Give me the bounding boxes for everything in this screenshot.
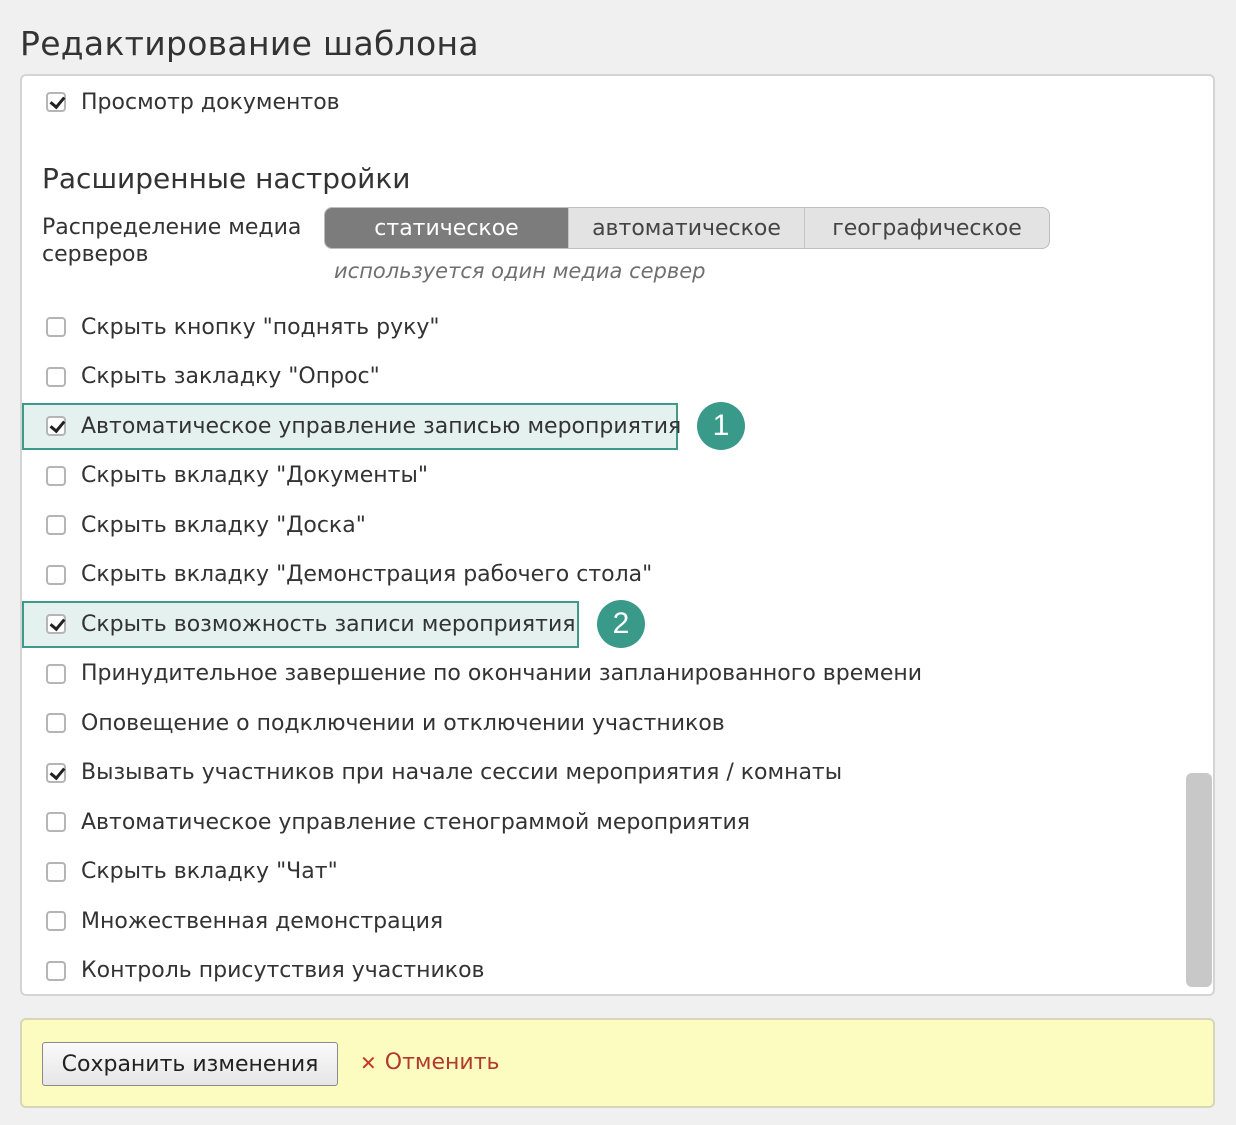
media-distribution-label: Распределение медиа серверов — [42, 215, 302, 267]
option-label: Просмотр документов — [81, 89, 340, 115]
option-row[interactable]: Принудительное завершение по окончании з… — [46, 659, 922, 689]
checkbox-empty-icon[interactable] — [46, 366, 66, 387]
view-docs-option[interactable]: Просмотр документов — [46, 87, 340, 117]
checkbox-empty-icon[interactable] — [46, 713, 66, 733]
checkbox-empty-icon[interactable] — [46, 663, 66, 684]
option-row[interactable]: Скрыть вкладку "Доска" — [46, 510, 366, 540]
option-label: Принудительное завершение по окончании з… — [81, 661, 923, 686]
checkbox-empty-icon[interactable] — [46, 960, 66, 981]
option-label: Скрыть вкладку "Документы" — [81, 463, 428, 488]
cancel-link[interactable]: ✕ Отменить — [360, 1050, 500, 1075]
option-row[interactable]: Скрыть вкладку "Чат" — [46, 857, 338, 887]
action-bar: Сохранить изменения ✕ Отменить — [20, 1018, 1215, 1108]
segment-automatic[interactable]: автоматическое — [569, 208, 805, 248]
segment-geographic[interactable]: географическое — [805, 208, 1049, 248]
checkbox-empty-icon[interactable] — [46, 812, 66, 832]
option-row[interactable]: Скрыть вкладку "Документы" — [46, 461, 428, 491]
callout-badge: 1 — [697, 402, 745, 450]
cancel-label: Отменить — [384, 1050, 500, 1075]
checkbox-empty-icon[interactable] — [46, 911, 66, 931]
option-label: Оповещение о подключении и отключении уч… — [81, 710, 725, 736]
page-title: Редактирование шаблона — [20, 24, 479, 63]
option-row[interactable]: Контроль присутствия участников — [46, 956, 485, 986]
option-label: Скрыть возможность записи мероприятия — [81, 611, 576, 637]
advanced-settings-title: Расширенные настройки — [42, 162, 411, 195]
media-distribution-hint: используется один медиа сервер — [334, 259, 706, 283]
option-label: Автоматическое управление стенограммой м… — [81, 809, 751, 835]
option-row[interactable]: Автоматическое управление записью меропр… — [46, 411, 681, 441]
option-label: Скрыть вкладку "Доска" — [81, 512, 366, 538]
checkbox-checked-icon[interactable] — [46, 614, 66, 634]
checkbox-empty-icon[interactable] — [46, 564, 66, 585]
checkbox-checked-icon[interactable] — [46, 416, 66, 436]
media-distribution-selector: статическое автоматическое географическо… — [324, 207, 1050, 249]
callout-badge: 2 — [597, 600, 645, 648]
option-label: Скрыть вкладку "Демонстрация рабочего ст… — [81, 562, 653, 587]
option-label: Скрыть кнопку "поднять руку" — [81, 314, 440, 340]
option-row[interactable]: Автоматическое управление стенограммой м… — [46, 807, 750, 837]
settings-panel: Просмотр документов Расширенные настройк… — [20, 74, 1215, 996]
option-row[interactable]: Оповещение о подключении и отключении уч… — [46, 708, 725, 738]
scrollbar-thumb[interactable] — [1186, 773, 1212, 987]
checkbox-empty-icon[interactable] — [46, 515, 66, 535]
option-label: Вызывать участников при начале сессии ме… — [81, 760, 843, 785]
option-row[interactable]: Скрыть кнопку "поднять руку" — [46, 312, 440, 342]
option-label: Скрыть вкладку "Чат" — [81, 859, 338, 884]
option-row[interactable]: Скрыть закладку "Опрос" — [46, 362, 380, 392]
option-row[interactable]: Скрыть вкладку "Демонстрация рабочего ст… — [46, 560, 652, 590]
save-button[interactable]: Сохранить изменения — [42, 1042, 338, 1086]
option-row[interactable]: Множественная демонстрация — [46, 906, 443, 936]
checkbox-empty-icon[interactable] — [46, 465, 66, 486]
close-icon: ✕ — [360, 1050, 377, 1075]
option-row[interactable]: Скрыть возможность записи мероприятия — [46, 609, 576, 639]
option-label: Скрыть закладку "Опрос" — [81, 364, 380, 389]
checkbox-checked-icon[interactable] — [46, 92, 66, 112]
option-label: Автоматическое управление записью меропр… — [81, 413, 682, 439]
option-row[interactable]: Вызывать участников при начале сессии ме… — [46, 758, 842, 788]
checkbox-empty-icon[interactable] — [46, 317, 66, 337]
checkbox-checked-icon[interactable] — [46, 762, 66, 783]
option-label: Контроль присутствия участников — [81, 958, 485, 983]
segment-static[interactable]: статическое — [325, 208, 569, 248]
checkbox-empty-icon[interactable] — [46, 861, 66, 882]
option-label: Множественная демонстрация — [81, 908, 444, 934]
